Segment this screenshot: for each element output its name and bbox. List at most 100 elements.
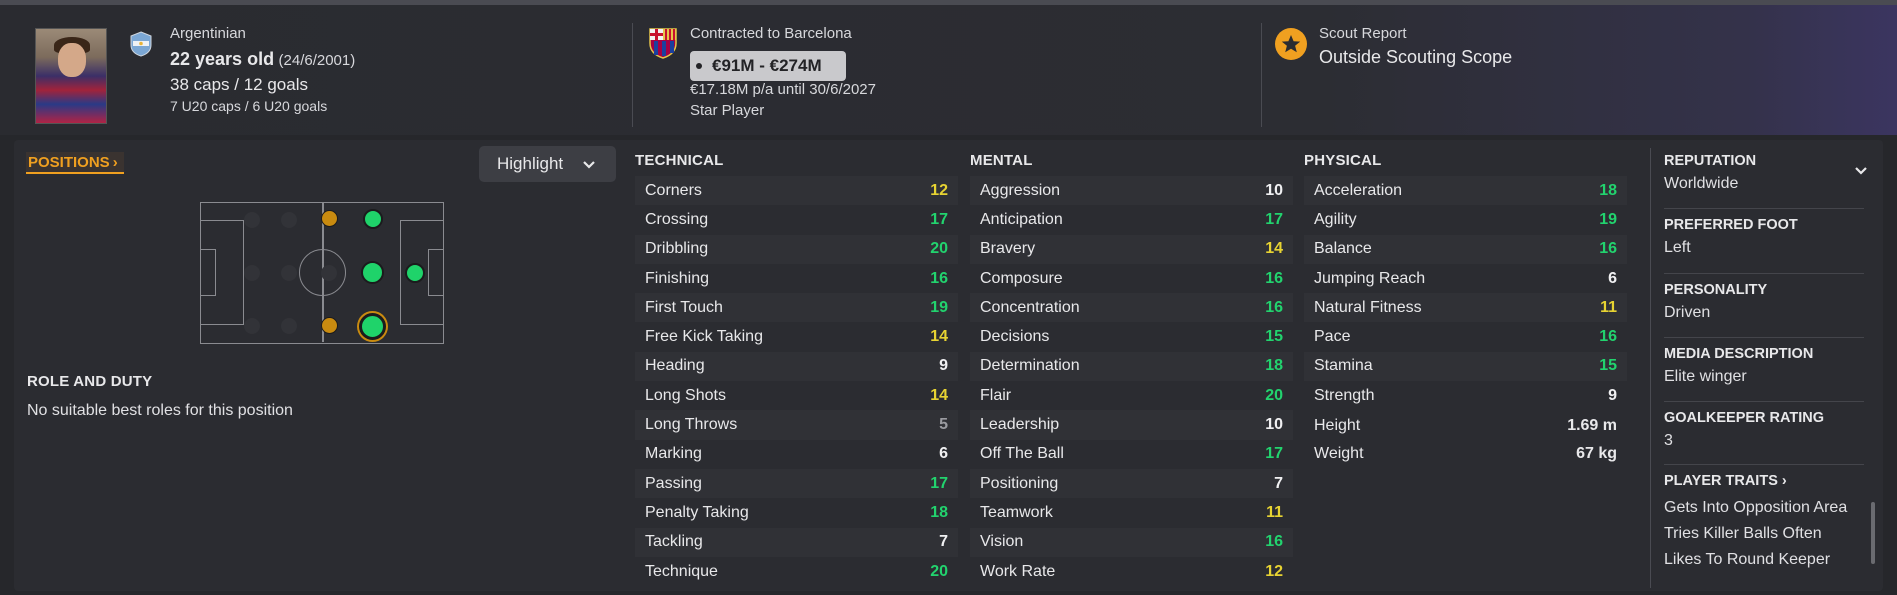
attribute-row[interactable]: Concentration 16 [970, 293, 1293, 323]
attribute-value: 20 [1265, 386, 1283, 404]
goalkeeper-rating-item: GOALKEEPER RATING 3 [1664, 410, 1864, 450]
sidebar-separator [1664, 337, 1864, 338]
physical-heading: PHYSICAL [1304, 152, 1382, 169]
highlight-dropdown[interactable]: Highlight [479, 146, 616, 182]
attribute-name: Jumping Reach [1314, 269, 1426, 287]
nation-flag-icon[interactable] [130, 31, 152, 57]
attribute-row[interactable]: Aggression 10 [970, 176, 1293, 206]
attribute-row[interactable]: Acceleration 18 [1304, 176, 1627, 206]
attribute-value: 16 [930, 269, 948, 287]
goalkeeper-rating-label: GOALKEEPER RATING [1664, 410, 1825, 426]
attribute-row[interactable]: Free Kick Taking 14 [635, 322, 958, 351]
attribute-name: Acceleration [1314, 181, 1403, 199]
scout-report-value[interactable]: Outside Scouting Scope [1319, 47, 1512, 68]
attribute-row[interactable]: Decisions 15 [970, 322, 1293, 351]
attribute-row[interactable]: Flair 20 [970, 381, 1293, 410]
attribute-row[interactable]: Long Throws 5 [635, 410, 958, 440]
chevron-down-icon[interactable] [1854, 164, 1868, 178]
attribute-name: Aggression [980, 181, 1061, 199]
position-dot-amc[interactable] [361, 261, 384, 284]
attribute-row[interactable]: Technique 20 [635, 557, 958, 586]
reputation-value: Worldwide [1664, 175, 1739, 192]
header-divider [632, 23, 633, 127]
role-duty-text: No suitable best roles for this position [27, 402, 293, 419]
contract-club[interactable]: Contracted to Barcelona [690, 25, 852, 42]
attribute-row[interactable]: Long Shots 14 [635, 381, 958, 410]
attribute-row[interactable]: Marking 6 [635, 440, 958, 469]
attribute-row[interactable]: Leadership 10 [970, 410, 1293, 440]
chevron-down-icon [583, 161, 595, 169]
attribute-row[interactable]: Finishing 16 [635, 264, 958, 293]
attribute-name: Bravery [980, 240, 1036, 258]
traits-scrollbar[interactable] [1871, 502, 1875, 564]
height-value: 1.69 m [1567, 417, 1617, 434]
attribute-value: 7 [939, 533, 948, 551]
attribute-row[interactable]: Crossing 17 [635, 205, 958, 234]
attribute-name: Teamwork [980, 503, 1053, 521]
mental-heading: MENTAL [970, 152, 1033, 169]
technical-attributes: Corners 12 Crossing 17 Dribbling 20 Finishing 1… [635, 176, 958, 586]
position-dot-st[interactable] [405, 263, 425, 283]
attribute-row[interactable]: Passing 17 [635, 468, 958, 499]
attribute-row[interactable]: First Touch 19 [635, 293, 958, 323]
attribute-value: 12 [930, 181, 948, 199]
player-traits-link[interactable]: PLAYER TRAITS › [1664, 473, 1864, 489]
attribute-row[interactable]: Balance 16 [1304, 234, 1627, 264]
attribute-row[interactable]: Positioning 7 [970, 468, 1293, 499]
age-line: 22 years old (24/6/2001) [170, 49, 355, 70]
scout-star-icon[interactable] [1275, 28, 1307, 60]
attribute-row[interactable]: Stamina 15 [1304, 351, 1627, 382]
position-dot-aml-green[interactable] [363, 209, 383, 229]
attribute-row[interactable]: Agility 19 [1304, 205, 1627, 234]
personality-label: PERSONALITY [1664, 282, 1768, 298]
club-crest-icon[interactable] [648, 27, 678, 59]
attribute-value: 19 [1599, 210, 1617, 228]
attribute-value: 16 [1599, 328, 1617, 346]
attribute-value: 17 [930, 474, 948, 492]
attribute-row[interactable]: Jumping Reach 6 [1304, 264, 1627, 293]
chevron-right-icon: › [1781, 473, 1787, 489]
attribute-value: 12 [1265, 562, 1283, 580]
attribute-value: 14 [930, 328, 948, 346]
attribute-value: 9 [939, 357, 948, 375]
transfer-value-pill[interactable]: €91M - €274M [690, 51, 846, 81]
attribute-row[interactable]: Pace 16 [1304, 322, 1627, 351]
reputation-item[interactable]: REPUTATION Worldwide [1664, 153, 1864, 193]
sidebar-separator [1664, 208, 1864, 209]
positions-label: POSITIONS [28, 153, 110, 171]
player-traits-label: PLAYER TRAITS [1664, 473, 1778, 489]
attribute-name: Free Kick Taking [645, 328, 763, 346]
height-label: Height [1314, 417, 1361, 434]
attribute-value: 5 [939, 416, 948, 434]
attribute-row[interactable]: Work Rate 12 [970, 557, 1293, 586]
attribute-row[interactable]: Penalty Taking 18 [635, 498, 958, 527]
attribute-row[interactable]: Off The Ball 17 [970, 440, 1293, 469]
position-dot-aml[interactable] [321, 210, 338, 227]
attribute-row[interactable]: Heading 9 [635, 351, 958, 382]
attribute-row[interactable]: Tackling 7 [635, 527, 958, 557]
attribute-row[interactable]: Vision 16 [970, 527, 1293, 557]
position-dot-amr[interactable] [359, 313, 386, 340]
nationality[interactable]: Argentinian [170, 25, 246, 42]
positions-link[interactable]: POSITIONS › [26, 152, 124, 174]
attribute-value: 11 [1266, 503, 1283, 521]
position-dot-mr[interactable] [321, 317, 338, 334]
attribute-name: Strength [1314, 386, 1375, 404]
attribute-value: 7 [1274, 474, 1283, 492]
attribute-name: Tackling [645, 533, 703, 551]
attribute-row[interactable]: Natural Fitness 11 [1304, 293, 1627, 323]
attribute-row[interactable]: Strength 9 [1304, 381, 1627, 410]
attribute-row[interactable]: Corners 12 [635, 176, 958, 206]
attribute-row[interactable]: Determination 18 [970, 351, 1293, 382]
attribute-row[interactable]: Dribbling 20 [635, 234, 958, 264]
weight-row: Weight 67 kg [1304, 440, 1627, 468]
trait-item: Likes To Round Keeper [1664, 551, 1831, 568]
attribute-row[interactable]: Teamwork 11 [970, 498, 1293, 527]
attribute-name: First Touch [645, 298, 723, 316]
attribute-value: 19 [930, 298, 948, 316]
attribute-row[interactable]: Composure 16 [970, 264, 1293, 293]
preferred-foot-label: PREFERRED FOOT [1664, 217, 1798, 233]
attribute-row[interactable]: Bravery 14 [970, 234, 1293, 264]
attribute-row[interactable]: Anticipation 17 [970, 205, 1293, 234]
player-traits-item: PLAYER TRAITS › Gets Into Opposition Are… [1664, 473, 1864, 573]
